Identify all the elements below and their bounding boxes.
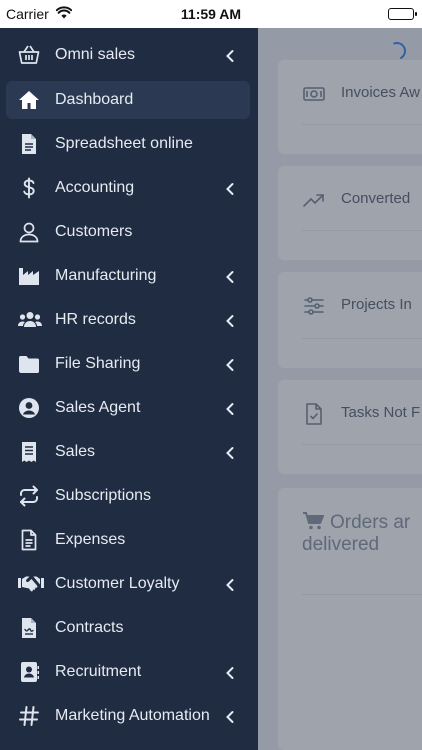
chevron-left-icon — [224, 358, 236, 372]
chevron-left-icon — [224, 710, 236, 724]
sidebar-item-label: Customers — [55, 223, 133, 240]
sidebar-item-label: Expenses — [55, 531, 126, 548]
sidebar-menu: Omni sales Dashboard Spreadsheet online … — [0, 28, 258, 750]
sidebar-item-sales[interactable]: Sales — [6, 433, 250, 471]
status-bar: Carrier 11:59 AM — [0, 0, 422, 28]
sidebar-item-label: Recruitment — [55, 663, 142, 680]
chevron-left-icon — [224, 182, 236, 196]
sidebar-item-label: Manufacturing — [55, 267, 157, 284]
sidebar-item-label: Omni sales — [55, 46, 136, 63]
home-icon — [18, 89, 40, 111]
folder-icon — [18, 353, 40, 375]
sidebar-item-label: Dashboard — [55, 91, 134, 108]
users-icon — [18, 309, 42, 331]
battery-icon — [388, 8, 417, 20]
file-text-icon — [18, 529, 40, 551]
chevron-left-icon — [224, 402, 236, 416]
sidebar-item-label: Spreadsheet online — [55, 135, 193, 152]
sidebar-item-label: Sales — [55, 443, 96, 460]
clock: 11:59 AM — [180, 6, 242, 22]
sidebar-item-label: Contracts — [55, 619, 124, 636]
handshake-icon — [18, 573, 44, 595]
sidebar-item-label: Sales Agent — [55, 399, 141, 416]
sidebar-item-customer-loyalty[interactable]: Customer Loyalty — [6, 565, 250, 603]
basket-icon — [18, 44, 40, 66]
hashtag-icon — [18, 705, 40, 727]
user-circle-icon — [18, 397, 40, 419]
document-icon — [18, 133, 40, 155]
sidebar-item-omni-sales[interactable]: Omni sales — [6, 36, 250, 74]
sidebar-item-marketing-automation[interactable]: Marketing Automation — [6, 697, 250, 735]
chevron-left-icon — [224, 446, 236, 460]
sidebar-item-more[interactable] — [6, 741, 250, 750]
user-icon — [18, 221, 40, 243]
sidebar-item-label: Customer Loyalty — [55, 575, 180, 592]
contact-book-icon — [18, 661, 40, 683]
chevron-left-icon — [224, 49, 236, 63]
sidebar-item-subscriptions[interactable]: Subscriptions — [6, 477, 250, 515]
dollar-icon — [18, 177, 40, 199]
sidebar-item-contracts[interactable]: Contracts — [6, 609, 250, 647]
sidebar-item-spreadsheet-online[interactable]: Spreadsheet online — [6, 125, 250, 163]
sidebar-item-label: Accounting — [55, 179, 135, 196]
sidebar-item-dashboard[interactable]: Dashboard — [6, 81, 250, 119]
sidebar-item-sales-agent[interactable]: Sales Agent — [6, 389, 250, 427]
sidebar-item-manufacturing[interactable]: Manufacturing — [6, 257, 250, 295]
chevron-left-icon — [224, 314, 236, 328]
sidebar-item-accounting[interactable]: Accounting — [6, 169, 250, 207]
sidebar-item-hr-records[interactable]: HR records — [6, 301, 250, 339]
chevron-left-icon — [224, 270, 236, 284]
sidebar-item-expenses[interactable]: Expenses — [6, 521, 250, 559]
sidebar-item-label: Marketing Automation — [55, 707, 210, 724]
sidebar-item-file-sharing[interactable]: File Sharing — [6, 345, 250, 383]
repeat-icon — [18, 485, 40, 507]
sidebar-item-label: File Sharing — [55, 355, 141, 372]
chevron-left-icon — [224, 578, 236, 592]
sidebar-item-label: Subscriptions — [55, 487, 152, 504]
chevron-left-icon — [224, 666, 236, 680]
dim-overlay[interactable] — [258, 28, 422, 750]
sidebar-item-label: HR records — [55, 311, 136, 328]
sidebar-item-customers[interactable]: Customers — [6, 213, 250, 251]
factory-icon — [18, 265, 40, 287]
sidebar-item-recruitment[interactable]: Recruitment — [6, 653, 250, 691]
contract-icon — [18, 617, 40, 639]
receipt-icon — [18, 441, 40, 463]
